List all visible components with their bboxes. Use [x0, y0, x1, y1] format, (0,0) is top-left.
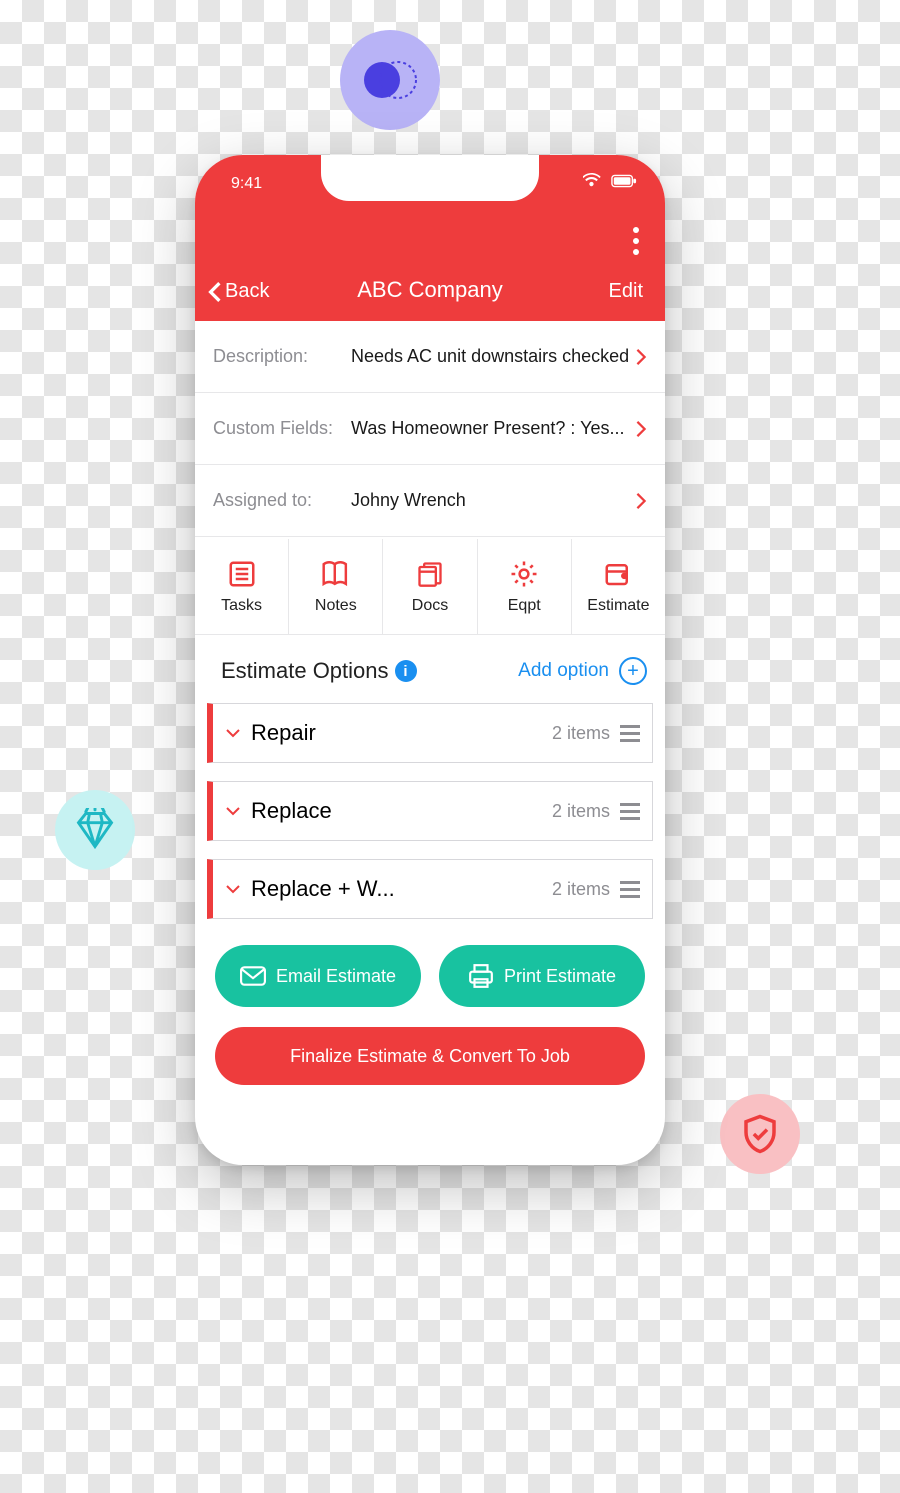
estimate-icon — [603, 559, 633, 589]
custom-fields-value: Was Homeowner Present? : Yes... — [351, 418, 635, 439]
custom-fields-label: Custom Fields: — [213, 418, 351, 439]
status-icons — [583, 173, 637, 189]
tab-docs[interactable]: Docs — [383, 539, 477, 634]
finalize-label: Finalize Estimate & Convert To Job — [290, 1046, 570, 1067]
notes-icon — [320, 559, 352, 589]
drag-handle-icon[interactable] — [620, 881, 640, 898]
option-replace-warranty[interactable]: Replace + W... 2 items — [207, 859, 653, 919]
wifi-icon — [583, 173, 603, 189]
tab-tasks[interactable]: Tasks — [195, 539, 289, 634]
option-count: 2 items — [552, 879, 610, 900]
estimate-options-header: Estimate Options i Add option + — [195, 635, 665, 703]
tab-eqpt[interactable]: Eqpt — [478, 539, 572, 634]
tab-notes-label: Notes — [315, 597, 357, 615]
estimate-options-title: Estimate Options — [221, 658, 389, 684]
print-estimate-button[interactable]: Print Estimate — [439, 945, 645, 1007]
tab-bar: Tasks Notes Docs Eqpt Estimate — [195, 539, 665, 635]
drag-handle-icon[interactable] — [620, 803, 640, 820]
status-time: 9:41 — [231, 175, 262, 193]
add-option-label: Add option — [518, 660, 609, 682]
option-count: 2 items — [552, 801, 610, 822]
drag-handle-icon[interactable] — [620, 725, 640, 742]
description-value: Needs AC unit downstairs checked — [351, 346, 635, 367]
chevron-down-icon — [225, 883, 241, 895]
chevron-right-icon — [635, 420, 647, 438]
diamond-icon — [73, 808, 117, 852]
chevron-down-icon — [225, 727, 241, 739]
page-title: ABC Company — [195, 277, 665, 303]
chevron-right-icon — [635, 492, 647, 510]
overlap-icon — [360, 58, 420, 102]
printer-icon — [468, 963, 494, 989]
tab-tasks-label: Tasks — [221, 597, 262, 615]
option-count: 2 items — [552, 723, 610, 744]
notch — [321, 155, 539, 201]
tab-notes[interactable]: Notes — [289, 539, 383, 634]
kebab-menu-icon[interactable] — [633, 227, 639, 255]
assigned-to-value: Johny Wrench — [351, 490, 635, 511]
mail-icon — [240, 965, 266, 987]
info-icon[interactable]: i — [395, 660, 417, 682]
chevron-down-icon — [225, 805, 241, 817]
option-name: Replace — [251, 798, 552, 824]
option-name: Repair — [251, 720, 552, 746]
option-repair[interactable]: Repair 2 items — [207, 703, 653, 763]
edit-button[interactable]: Edit — [609, 280, 643, 303]
battery-icon — [611, 174, 637, 188]
docs-icon — [416, 559, 444, 589]
content: Description: Needs AC unit downstairs ch… — [195, 321, 665, 1165]
tab-docs-label: Docs — [412, 597, 448, 615]
tab-estimate-label: Estimate — [587, 597, 649, 615]
email-estimate-label: Email Estimate — [276, 966, 396, 987]
finalize-button[interactable]: Finalize Estimate & Convert To Job — [215, 1027, 645, 1085]
add-option-button[interactable]: Add option + — [518, 657, 647, 685]
assigned-to-label: Assigned to: — [213, 490, 351, 511]
overlap-badge — [340, 30, 440, 130]
option-replace[interactable]: Replace 2 items — [207, 781, 653, 841]
row-assigned-to[interactable]: Assigned to: Johny Wrench — [195, 465, 665, 537]
phone-frame: 9:41 Back ABC Company Edit Description: … — [195, 155, 665, 1165]
shield-badge — [720, 1094, 800, 1174]
row-custom-fields[interactable]: Custom Fields: Was Homeowner Present? : … — [195, 393, 665, 465]
tab-estimate[interactable]: Estimate — [572, 539, 665, 634]
diamond-badge — [55, 790, 135, 870]
plus-icon: + — [619, 657, 647, 685]
chevron-right-icon — [635, 348, 647, 366]
row-description[interactable]: Description: Needs AC unit downstairs ch… — [195, 321, 665, 393]
tasks-icon — [227, 559, 257, 589]
option-name: Replace + W... — [251, 876, 552, 902]
description-label: Description: — [213, 346, 351, 367]
navbar: Back ABC Company Edit — [195, 209, 665, 321]
shield-check-icon — [739, 1113, 781, 1155]
tab-eqpt-label: Eqpt — [508, 597, 541, 615]
gear-icon — [509, 559, 539, 589]
print-estimate-label: Print Estimate — [504, 966, 616, 987]
email-estimate-button[interactable]: Email Estimate — [215, 945, 421, 1007]
